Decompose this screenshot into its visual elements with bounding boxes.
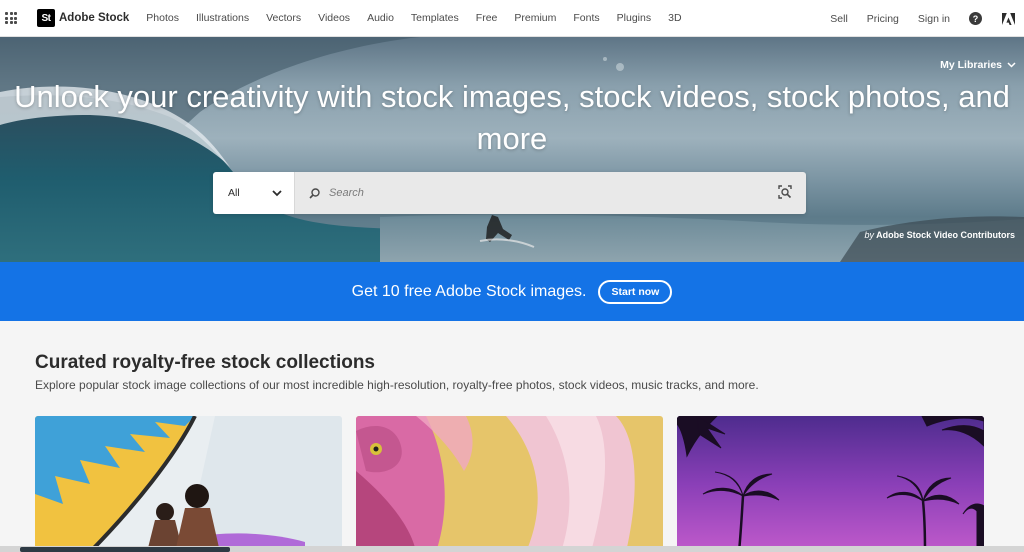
- pricing-link[interactable]: Pricing: [867, 13, 899, 25]
- sell-link[interactable]: Sell: [830, 13, 848, 25]
- nav-links: Photos Illustrations Vectors Videos Audi…: [139, 12, 691, 24]
- nav-link-fonts[interactable]: Fonts: [573, 12, 599, 24]
- nav-link-videos[interactable]: Videos: [318, 12, 350, 24]
- nav-link-free[interactable]: Free: [476, 12, 498, 24]
- nav-right: Sell Pricing Sign in ?: [830, 0, 1015, 37]
- search-bar: All: [213, 172, 806, 214]
- nav-link-premium[interactable]: Premium: [514, 12, 556, 24]
- adobe-logo-icon[interactable]: [1002, 12, 1015, 25]
- my-libraries-label: My Libraries: [940, 59, 1002, 71]
- nav-link-photos[interactable]: Photos: [146, 12, 179, 24]
- collection-card-flamingo[interactable]: [356, 416, 663, 552]
- brand-name: Adobe Stock: [59, 12, 130, 24]
- nav-link-templates[interactable]: Templates: [411, 12, 459, 24]
- nav-link-audio[interactable]: Audio: [367, 12, 394, 24]
- collection-card-surf[interactable]: [35, 416, 342, 552]
- hero-banner: Unlock your creativity with stock images…: [0, 37, 1024, 262]
- collections-subtitle: Explore popular stock image collections …: [35, 378, 759, 392]
- collection-image-palm-trees: [677, 416, 984, 552]
- search-icon: [309, 187, 320, 199]
- promo-banner: Get 10 free Adobe Stock images. Start no…: [0, 262, 1024, 321]
- visual-search-icon[interactable]: [778, 185, 792, 199]
- hero-title: Unlock your creativity with stock images…: [14, 79, 1010, 156]
- nav-link-plugins[interactable]: Plugins: [617, 12, 651, 24]
- adobe-stock-logo[interactable]: St Adobe Stock: [37, 9, 129, 27]
- nav-link-vectors[interactable]: Vectors: [266, 12, 301, 24]
- credit-by: by: [864, 230, 874, 240]
- top-navigation: St Adobe Stock Photos Illustrations Vect…: [0, 0, 1024, 37]
- chevron-down-icon: [272, 189, 282, 196]
- promo-text: Get 10 free Adobe Stock images.: [351, 282, 587, 300]
- app-switcher-icon[interactable]: [5, 12, 17, 24]
- credit-name: Adobe Stock Video Contributors: [876, 230, 1015, 240]
- hero-credit: by Adobe Stock Video Contributors: [864, 230, 1015, 240]
- search-category-select[interactable]: All: [213, 172, 295, 214]
- collection-image-flamingo: [356, 416, 663, 552]
- chevron-down-icon: [1007, 62, 1016, 68]
- adobe-stock-logo-mark: St: [37, 9, 55, 27]
- nav-link-illustrations[interactable]: Illustrations: [196, 12, 249, 24]
- start-now-button[interactable]: Start now: [598, 279, 673, 304]
- collection-image-surfers: [35, 416, 342, 552]
- collection-card-palms[interactable]: [677, 416, 984, 552]
- collections-title: Curated royalty-free stock collections: [35, 352, 375, 373]
- search-category-value: All: [228, 187, 240, 199]
- my-libraries-button[interactable]: My Libraries: [940, 59, 1016, 71]
- search-field: [295, 172, 806, 214]
- search-input[interactable]: [329, 187, 749, 199]
- help-icon[interactable]: ?: [969, 12, 982, 25]
- sign-in-link[interactable]: Sign in: [918, 13, 950, 25]
- horizontal-scrollbar-thumb[interactable]: [20, 547, 230, 552]
- nav-link-3d[interactable]: 3D: [668, 12, 681, 24]
